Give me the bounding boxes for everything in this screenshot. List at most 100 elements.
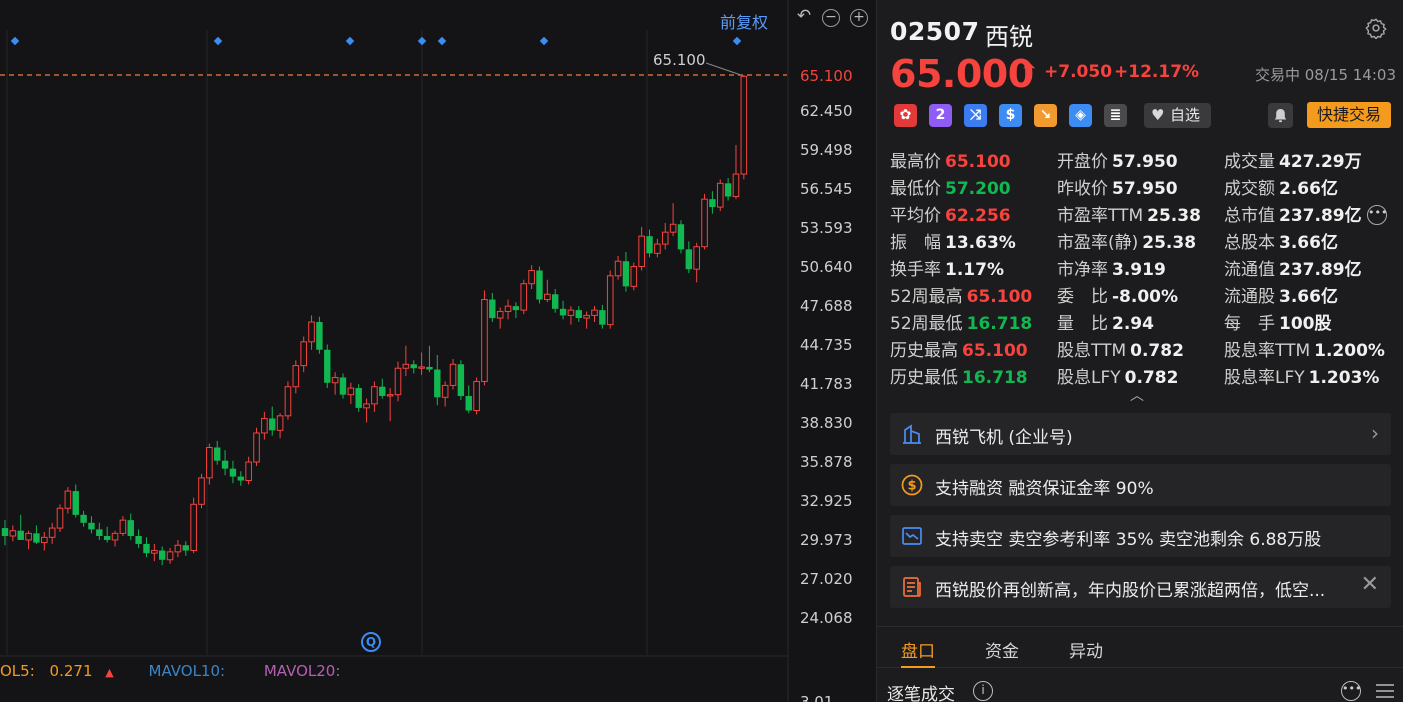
- stat-label: 股息LFY: [1057, 368, 1121, 388]
- zoom-out-icon[interactable]: −: [822, 9, 840, 27]
- price-adjust-toggle[interactable]: 前复权: [720, 9, 768, 33]
- tag-icon[interactable]: ◈: [1069, 104, 1092, 127]
- stat-value: 100股: [1279, 314, 1332, 334]
- dollar-icon[interactable]: $: [999, 104, 1022, 127]
- mavol10-label: MAVOL10:: [148, 662, 226, 680]
- candle-body: [544, 293, 551, 301]
- tab-capital[interactable]: 资金: [985, 637, 1019, 662]
- price-axis-label: 56.545: [800, 180, 853, 198]
- candle-body: [284, 386, 292, 417]
- candle-body: [418, 366, 425, 369]
- close-icon[interactable]: ✕: [1361, 572, 1379, 597]
- stat-value: 25.38: [1147, 206, 1201, 226]
- candle-body: [331, 376, 339, 384]
- mavol5-value: 0.271: [49, 662, 93, 680]
- stat-label: 市盈率(静): [1057, 233, 1139, 253]
- candle-body: [159, 550, 166, 560]
- stat-item: 股息TTM 0.782: [1057, 336, 1184, 361]
- note-icon[interactable]: ≣: [1104, 104, 1127, 127]
- stat-item: 总市值 237.89亿: [1224, 201, 1362, 226]
- gear-icon[interactable]: [1365, 17, 1387, 39]
- undo-icon[interactable]: ↶: [795, 8, 813, 27]
- candle-body: [237, 476, 244, 481]
- hk-flag-icon[interactable]: ✿: [894, 104, 917, 127]
- stat-item: 历史最低 16.718: [890, 363, 1028, 388]
- tab-order-book[interactable]: 盘口: [901, 637, 935, 662]
- stat-item: 历史最高 65.100: [890, 336, 1028, 361]
- chevron-right-icon: ›: [1371, 421, 1379, 445]
- list-view-icon[interactable]: [1374, 681, 1396, 701]
- stat-value: 3.919: [1112, 260, 1166, 280]
- stat-label: 振 幅: [890, 233, 941, 253]
- candle-body: [473, 380, 480, 412]
- quick-trade-button[interactable]: 快捷交易: [1307, 102, 1391, 128]
- news-card[interactable]: 西锐股价再创新高，年内股价已累涨超两倍，低空... ✕: [890, 566, 1391, 608]
- candle-body: [465, 395, 472, 411]
- stat-item: 换手率 1.17%: [890, 255, 1004, 280]
- candle-body: [661, 231, 669, 245]
- stock-name: 西锐: [985, 23, 1033, 51]
- margin-card[interactable]: $ 支持融资 融资保证金率 90%: [890, 464, 1391, 506]
- candle-body: [575, 310, 582, 319]
- info-icon[interactable]: i: [973, 681, 993, 701]
- more-icon[interactable]: •••: [1341, 681, 1361, 701]
- kline-chart-panel[interactable]: 65.100 62.450 59.498 56.545 53.593 50.640 47.6…: [0, 0, 876, 702]
- candle-body: [1, 528, 9, 537]
- stats-row: 52周最低 16.718 量 比 2.94 每 手 100股: [890, 309, 1400, 335]
- stat-label: 市盈率TTM: [1057, 206, 1144, 226]
- candle-body: [9, 530, 17, 537]
- candle-body: [434, 369, 441, 398]
- stat-value: -8.00%: [1112, 287, 1179, 307]
- current-price-axis-label: 65.100: [800, 67, 853, 85]
- volume-axis-label: 3.01: [800, 693, 833, 702]
- candle-body: [347, 387, 355, 396]
- trading-status: 交易中 08/15 14:03: [1255, 66, 1396, 84]
- mavol-legend: OL5: 0.271 ▲ MAVOL10: MAVOL20:: [0, 662, 344, 680]
- high-annotation-leader: [705, 62, 742, 76]
- candle-body: [496, 310, 504, 319]
- candle-body: [88, 522, 95, 530]
- candle-body: [127, 520, 134, 537]
- stat-value: 57.950: [1112, 152, 1178, 172]
- margin-card-text: 支持融资 融资保证金率 90%: [935, 479, 1154, 499]
- price-axis-label: 50.640: [800, 258, 853, 276]
- stats-row: 历史最低 16.718 股息LFY 0.782 股息率LFY 1.203%: [890, 363, 1400, 389]
- mavol20-label: MAVOL20:: [263, 662, 341, 680]
- event-marker: [539, 36, 549, 46]
- tab-unusual[interactable]: 异动: [1069, 637, 1103, 662]
- zoom-in-icon[interactable]: +: [850, 9, 868, 27]
- candle-body: [693, 246, 700, 270]
- candle-body: [17, 530, 24, 540]
- stock-connect-icon[interactable]: 2: [929, 104, 952, 127]
- candle-body: [96, 529, 103, 537]
- stat-label: 股息率TTM: [1224, 341, 1311, 361]
- chevron-up-icon[interactable]: ︿: [1130, 385, 1144, 405]
- candlestick-chart[interactable]: 65.100 62.450 59.498 56.545 53.593 50.640 47.6…: [0, 0, 876, 702]
- candle-body: [48, 527, 56, 538]
- add-to-watchlist-button[interactable]: ♥ 自选: [1144, 103, 1211, 128]
- stat-value: 65.100: [966, 287, 1033, 307]
- candle-body: [654, 243, 661, 254]
- candle-body: [701, 198, 708, 248]
- event-marker: [732, 36, 742, 46]
- stats-row: 52周最高 65.100 委 比 -8.00% 流通股 3.66亿: [890, 282, 1400, 308]
- bell-icon[interactable]: [1268, 103, 1293, 128]
- candle-body: [449, 363, 457, 386]
- candle-body: [308, 321, 315, 343]
- stat-item: 股息率LFY 1.203%: [1224, 363, 1379, 388]
- stat-item: 流通股 3.66亿: [1224, 282, 1338, 307]
- shuffle-icon[interactable]: ⤨: [964, 104, 987, 127]
- crosshair-toggle-icon[interactable]: Q: [361, 632, 381, 652]
- short-sell-card[interactable]: 支持卖空 卖空参考利率 35% 卖空池剩余 6.88万股: [890, 515, 1391, 557]
- candle-body: [371, 386, 378, 405]
- more-stats-icon[interactable]: •••: [1367, 205, 1387, 225]
- stat-item: 平均价 62.256: [890, 201, 1011, 226]
- candle-body: [716, 182, 724, 208]
- price-axis-label: 24.068: [800, 609, 853, 627]
- stat-label: 委 比: [1057, 287, 1108, 307]
- company-card[interactable]: 西锐飞机 (企业号) ›: [890, 413, 1391, 455]
- candle-body: [520, 283, 528, 311]
- mavol5-label: OL5:: [0, 662, 35, 680]
- short-trend-icon[interactable]: ↘: [1034, 104, 1057, 127]
- candle-body: [536, 270, 543, 300]
